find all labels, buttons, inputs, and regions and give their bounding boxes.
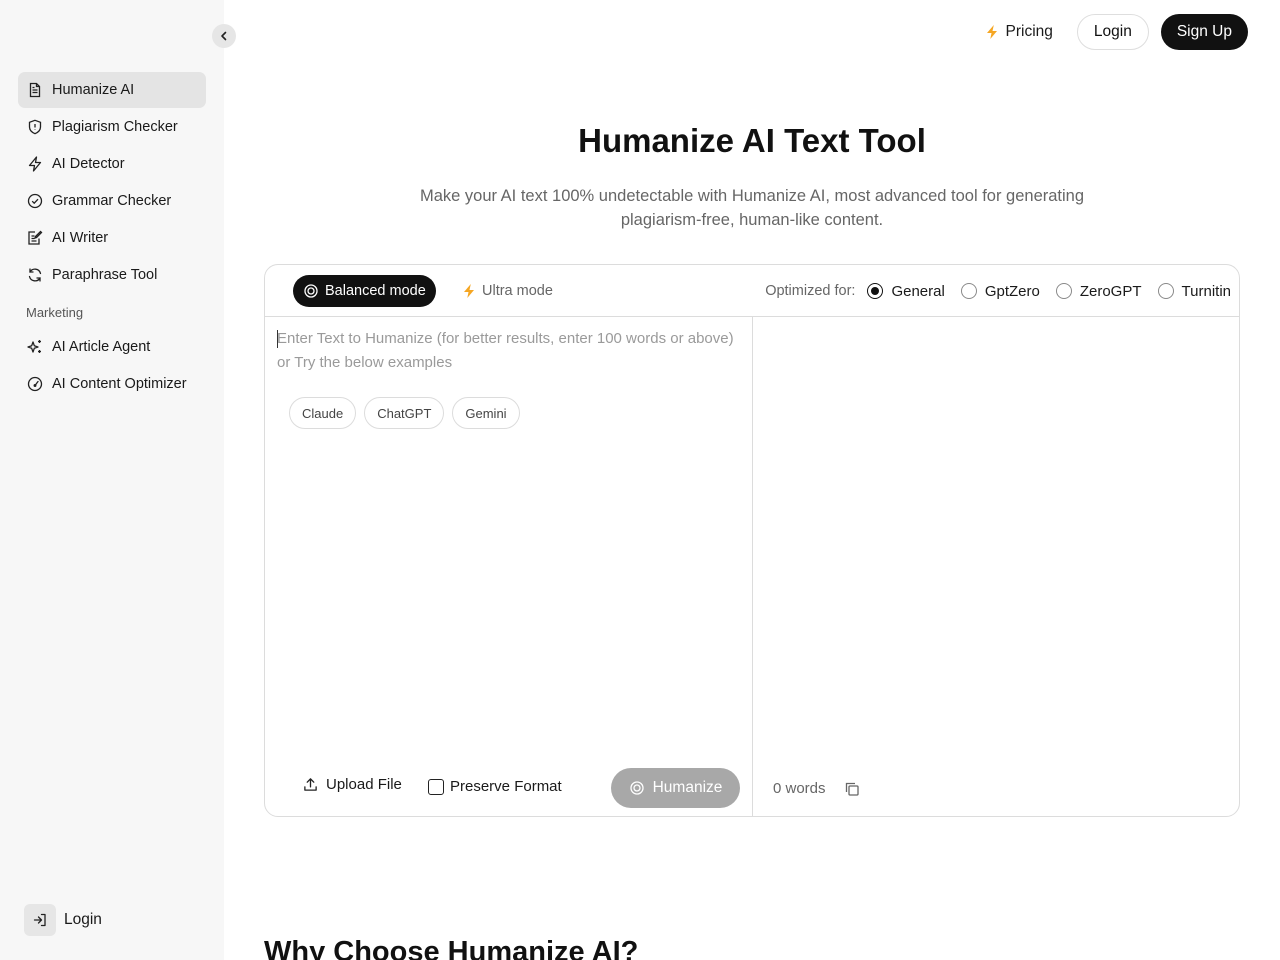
login-icon — [24, 904, 56, 936]
ultra-mode-tab[interactable]: Ultra mode — [461, 275, 553, 307]
radio-selected-icon — [867, 283, 884, 299]
sidebar: Humanize AI Plagiarism Checker AI Detect… — [0, 0, 224, 960]
top-bar: Pricing Login Sign Up — [984, 14, 1248, 50]
sidebar-login-button[interactable]: Login — [24, 904, 102, 936]
sidebar-item-plagiarism-checker[interactable]: Plagiarism Checker — [18, 109, 206, 145]
example-chip-chatgpt[interactable]: ChatGPT — [364, 397, 445, 429]
sidebar-nav: Humanize AI Plagiarism Checker AI Detect… — [18, 72, 206, 403]
optimized-for-group: Optimized for: General GptZero ZeroGPT T… — [765, 275, 1231, 307]
tool-header: Balanced mode Ultra mode Optimized for: … — [265, 265, 1239, 317]
target-icon — [303, 283, 325, 299]
output-footer: 0 words — [773, 780, 860, 797]
upload-file-label: Upload File — [326, 776, 402, 793]
sidebar-item-label: AI Article Agent — [52, 339, 151, 355]
copy-icon[interactable] — [844, 781, 860, 797]
word-count: 0 words — [773, 780, 826, 797]
bolt-icon — [461, 283, 482, 299]
preserve-format-toggle[interactable]: Preserve Format — [428, 778, 562, 795]
target-icon — [629, 780, 653, 796]
upload-icon — [303, 777, 326, 792]
pricing-link[interactable]: Pricing — [984, 23, 1053, 41]
example-chips: Claude ChatGPT Gemini — [289, 397, 528, 429]
document-icon — [26, 81, 44, 99]
radio-label: General — [891, 282, 945, 300]
check-circle-icon — [26, 192, 44, 210]
sidebar-item-label: Grammar Checker — [52, 193, 172, 209]
sidebar-item-paraphrase-tool[interactable]: Paraphrase Tool — [18, 257, 206, 293]
radio-label: GptZero — [984, 282, 1040, 300]
sidebar-item-ai-detector[interactable]: AI Detector — [18, 146, 206, 182]
sidebar-login-label: Login — [64, 911, 102, 928]
text-caret — [277, 330, 278, 348]
refresh-icon — [26, 266, 44, 284]
output-pane: 0 words — [753, 317, 1239, 816]
gauge-icon — [26, 375, 44, 393]
balanced-mode-label: Balanced mode — [325, 283, 426, 299]
radio-empty-icon — [1055, 283, 1072, 299]
humanize-tool-panel: Balanced mode Ultra mode Optimized for: … — [264, 264, 1240, 817]
sidebar-section-label: Marketing — [26, 304, 84, 320]
bolt-icon — [984, 24, 1006, 40]
edit-note-icon — [26, 229, 44, 247]
preserve-format-checkbox[interactable] — [428, 778, 444, 795]
humanize-label: Humanize — [652, 779, 723, 796]
lightning-icon — [26, 155, 44, 173]
sidebar-item-label: AI Writer — [52, 230, 109, 246]
radio-empty-icon — [960, 283, 977, 299]
shield-icon — [26, 118, 44, 136]
collapse-sidebar-button[interactable] — [212, 24, 236, 48]
example-chip-gemini[interactable]: Gemini — [452, 397, 520, 429]
ultra-mode-label: Ultra mode — [482, 283, 553, 299]
radio-label: ZeroGPT — [1079, 282, 1142, 300]
sidebar-item-humanize-ai[interactable]: Humanize AI — [18, 72, 206, 108]
radio-empty-icon — [1157, 283, 1174, 299]
page-title: Humanize AI Text Tool — [578, 122, 926, 159]
sidebar-item-label: Plagiarism Checker — [52, 119, 178, 135]
sidebar-item-label: Paraphrase Tool — [52, 267, 158, 283]
preserve-format-label: Preserve Format — [450, 778, 562, 795]
input-actions: Upload File Preserve Format Humanize — [265, 768, 753, 808]
page-subtitle: Make your AI text 100% undetectable with… — [419, 187, 1085, 229]
sidebar-item-ai-writer[interactable]: AI Writer — [18, 220, 206, 256]
radio-gptzero[interactable]: GptZero — [960, 282, 1040, 300]
input-pane: Claude ChatGPT Gemini Upload File Preser… — [265, 317, 753, 816]
signup-button[interactable]: Sign Up — [1160, 14, 1248, 50]
sparkles-icon — [26, 338, 44, 356]
balanced-mode-tab[interactable]: Balanced mode — [293, 275, 436, 307]
humanize-button[interactable]: Humanize — [611, 768, 740, 808]
sidebar-item-label: AI Detector — [52, 156, 125, 172]
optimized-for-label: Optimized for: — [765, 283, 856, 299]
humanize-input[interactable] — [277, 327, 741, 387]
sidebar-item-label: Humanize AI — [52, 82, 135, 98]
example-chip-claude[interactable]: Claude — [289, 397, 357, 429]
radio-label: Turnitin — [1181, 282, 1231, 300]
sidebar-item-label: AI Content Optimizer — [52, 376, 187, 392]
sidebar-item-ai-content-optimizer[interactable]: AI Content Optimizer — [18, 366, 206, 402]
login-button[interactable]: Login — [1076, 14, 1149, 50]
upload-file-button[interactable]: Upload File — [303, 776, 402, 793]
sidebar-item-ai-article-agent[interactable]: AI Article Agent — [18, 329, 206, 365]
radio-general[interactable]: General — [867, 282, 945, 300]
radio-zerogpt[interactable]: ZeroGPT — [1055, 282, 1142, 300]
pricing-label: Pricing — [1005, 23, 1053, 40]
radio-turnitin[interactable]: Turnitin — [1157, 282, 1231, 300]
sidebar-item-grammar-checker[interactable]: Grammar Checker — [18, 183, 206, 219]
section-heading: Why Choose Humanize AI? — [264, 936, 639, 960]
chevron-left-icon — [218, 30, 230, 42]
